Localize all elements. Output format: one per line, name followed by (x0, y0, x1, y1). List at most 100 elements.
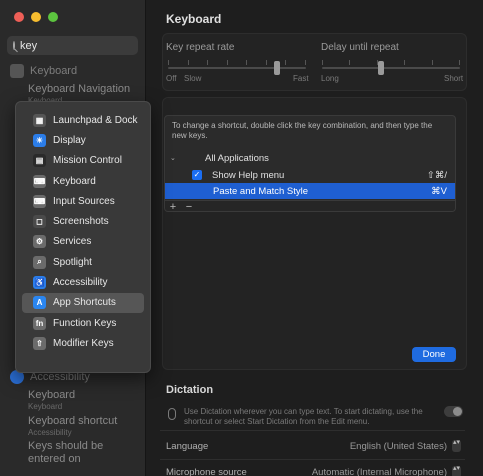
menu-item-keyboard[interactable]: ⌨ Keyboard (22, 171, 144, 191)
app-shortcuts-icon: A (33, 296, 46, 310)
sidebar-result-subtitle: Accessibility (28, 428, 72, 437)
keyboard-icon: ⌨ (33, 174, 46, 188)
menu-item-label: Function Keys (53, 317, 117, 329)
menu-item-label: Spotlight (53, 256, 92, 268)
key-repeat-slider-thumb[interactable] (274, 61, 281, 75)
sidebar-group-label: Keyboard (30, 65, 78, 77)
shortcuts-description: To change a shortcut, double click the k… (172, 121, 433, 140)
spotlight-icon: ⌕ (33, 255, 46, 269)
menu-item-label: Launchpad & Dock (53, 114, 138, 126)
key-repeat-off-label: Off (166, 74, 177, 83)
divider (160, 430, 465, 431)
key-repeat-ticks (168, 60, 306, 65)
sidebar-result-keys-entered[interactable]: Keys should be entered on (28, 440, 138, 466)
sidebar-result-subtitle: Keyboard (28, 402, 63, 411)
menu-item-label: Display (53, 134, 86, 146)
sidebar-result-title: Keyboard shortcut (28, 415, 118, 427)
chevron-down-icon[interactable]: ⌄ (170, 154, 176, 162)
sidebar-result-title: Keyboard (28, 389, 76, 401)
search-field[interactable]: × (7, 36, 167, 55)
services-icon: ⚙ (33, 235, 46, 249)
checkbox-checked[interactable]: ✓ (192, 170, 202, 180)
dictation-heading: Dictation (166, 384, 214, 396)
menu-item-screenshots[interactable]: ◻ Screenshots (22, 211, 144, 231)
delay-repeat-slider-thumb[interactable] (378, 61, 385, 75)
menu-item-launchpad[interactable]: ▦ Launchpad & Dock (22, 110, 144, 130)
shortcuts-footer: + − (165, 200, 455, 211)
accessibility-icon: ♿ (33, 276, 46, 290)
key-repeat-slow-label: Slow (184, 74, 202, 83)
search-input[interactable] (20, 39, 162, 52)
delay-repeat-long-label: Long (321, 74, 339, 83)
zoom-window-button[interactable] (48, 12, 58, 22)
microphone-source-label: Microphone source (166, 467, 247, 476)
menu-item-label: Accessibility (53, 277, 108, 289)
dictation-description: Use Dictation wherever you can type text… (184, 407, 423, 426)
remove-shortcut-button[interactable]: − (181, 201, 197, 211)
done-button[interactable]: Done (412, 347, 456, 362)
search-icon (13, 41, 15, 50)
shortcut-name: Show Help menu (212, 169, 285, 181)
keyboard-icon (10, 64, 24, 78)
key-repeat-slider[interactable] (168, 67, 306, 69)
delay-repeat-short-label: Short (444, 74, 464, 83)
mic-popup-chevron-icon[interactable]: ▴▾ (452, 465, 461, 476)
menu-item-display[interactable]: ☀ Display (22, 130, 144, 150)
shortcut-row[interactable]: ✓ Show Help menu ⇧⌘/ (165, 167, 455, 183)
menu-item-function-keys[interactable]: fn Function Keys (22, 313, 144, 333)
screenshots-icon: ◻ (33, 215, 46, 229)
menu-item-label: Keyboard (53, 175, 96, 187)
sidebar-result-title: Keyboard Navigation (28, 83, 131, 95)
dictation-toggle[interactable] (444, 406, 463, 417)
shortcut-keys[interactable]: ⌘V (431, 186, 447, 197)
shortcut-row-selected[interactable]: Paste and Match Style ⌘V (165, 183, 455, 199)
function-keys-icon: fn (33, 316, 46, 330)
sidebar-result-keyboard[interactable]: Keyboard Keyboard (28, 389, 138, 411)
display-icon: ☀ (33, 133, 46, 147)
shortcut-group-label: All Applications (205, 152, 269, 164)
delay-repeat-label: Delay until repeat (321, 42, 399, 53)
menu-item-label: App Shortcuts (53, 297, 116, 309)
main-pane: Keyboard (146, 0, 483, 476)
microphone-icon (168, 408, 176, 420)
divider (160, 459, 465, 460)
menu-item-services[interactable]: ⚙ Services (22, 232, 144, 252)
menu-item-label: Modifier Keys (53, 337, 114, 349)
menu-item-modifier-keys[interactable]: ⇧ Modifier Keys (22, 333, 144, 353)
delay-repeat-slider[interactable] (322, 67, 460, 69)
sidebar-result-title-cont: entered on (28, 453, 81, 465)
key-repeat-fast-label: Fast (293, 74, 309, 83)
minimize-window-button[interactable] (31, 12, 41, 22)
shortcut-group-row[interactable]: ⌄ All Applications (165, 150, 455, 166)
page-title: Keyboard (166, 12, 222, 26)
shortcut-name: Paste and Match Style (213, 185, 309, 197)
modifier-keys-icon: ⇧ (33, 336, 46, 350)
menu-item-label: Input Sources (53, 195, 115, 207)
language-popup-chevron-icon[interactable]: ▴▾ (452, 439, 461, 452)
sidebar-result-keyboard-shortcut[interactable]: Keyboard shortcut Accessibility (28, 415, 138, 437)
menu-item-input-sources[interactable]: ⌨ Input Sources (22, 191, 144, 211)
mission-control-icon: ▤ (33, 154, 46, 168)
launchpad-icon: ▦ (33, 113, 46, 127)
input-sources-icon: ⌨ (33, 194, 46, 208)
delay-repeat-ticks (322, 60, 460, 65)
shortcut-category-menu: ▦ Launchpad & Dock ☀ Display ▤ Mission Contro… (15, 101, 151, 373)
shortcuts-table: To change a shortcut, double click the k… (164, 115, 456, 212)
window-controls (14, 12, 58, 22)
sidebar-group-keyboard[interactable]: Keyboard (10, 64, 77, 78)
menu-item-app-shortcuts[interactable]: A App Shortcuts (22, 292, 144, 313)
shortcut-keys[interactable]: ⇧⌘/ (427, 170, 447, 181)
language-value[interactable]: English (United States) (350, 441, 447, 452)
menu-item-spotlight[interactable]: ⌕ Spotlight (22, 252, 144, 272)
sidebar-result-title: Keys should be (28, 440, 104, 452)
menu-item-mission-control[interactable]: ▤ Mission Control (22, 151, 144, 171)
menu-item-label: Services (53, 236, 92, 248)
microphone-source-value[interactable]: Automatic (Internal Microphone) (312, 467, 447, 476)
menu-item-accessibility[interactable]: ♿ Accessibility (22, 272, 144, 292)
close-window-button[interactable] (14, 12, 24, 22)
language-label: Language (166, 441, 209, 452)
menu-item-label: Screenshots (53, 216, 109, 228)
menu-item-label: Mission Control (53, 155, 122, 167)
key-repeat-label: Key repeat rate (166, 42, 235, 53)
add-shortcut-button[interactable]: + (165, 201, 181, 211)
